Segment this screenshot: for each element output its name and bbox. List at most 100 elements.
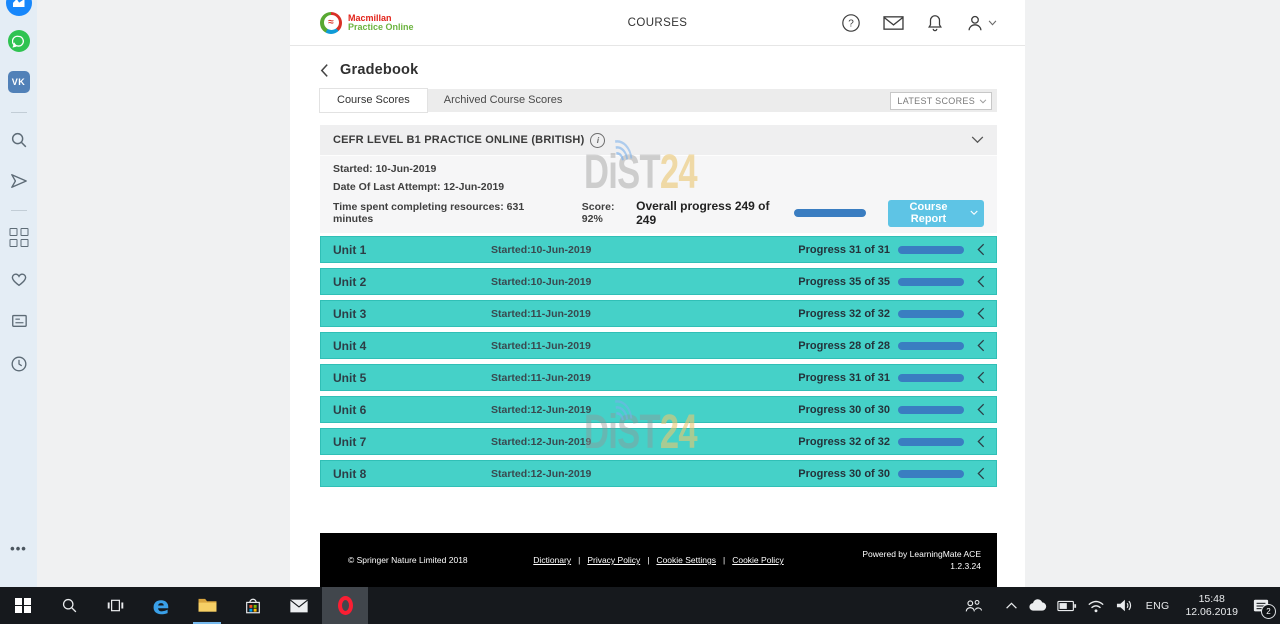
chevron-down-icon [970,210,978,216]
chevron-down-icon[interactable] [971,136,984,144]
footer-copyright: © Springer Nature Limited 2018 [348,555,468,565]
tray-chevron-up-icon[interactable] [1000,587,1023,624]
unit-row[interactable]: Unit 1 Started:10-Jun-2019 Progress 31 o… [320,236,997,263]
unit-name: Unit 2 [333,275,491,289]
mail-icon [289,598,309,614]
microsoft-store-button[interactable] [230,587,276,624]
help-icon[interactable]: ? [841,13,861,33]
latest-scores-dropdown[interactable]: LATEST SCORES [890,92,992,110]
brand-logo[interactable]: ≈ Macmillan Practice Online [320,12,414,34]
page-title: Gradebook [340,62,418,78]
unit-started-date: Started:10-Jun-2019 [491,276,798,288]
chevron-left-icon[interactable] [977,275,985,288]
unit-row[interactable]: Unit 3 Started:11-Jun-2019 Progress 32 o… [320,300,997,327]
wifi-icon[interactable] [1082,587,1110,624]
unit-name: Unit 8 [333,467,491,481]
taskbar-search-button[interactable] [46,587,92,624]
unit-row[interactable]: Unit 4 Started:11-Jun-2019 Progress 28 o… [320,332,997,359]
notifications-bell-icon[interactable] [926,13,944,33]
chevron-left-icon[interactable] [977,243,985,256]
footer-version: 1.2.3.24 [862,560,981,572]
app-window: ≈ Macmillan Practice Online COURSES ? [290,0,1025,587]
history-clock-icon[interactable] [9,354,29,374]
unit-progress-label: Progress 35 of 35 [798,276,898,288]
chevron-down-icon [988,20,997,26]
sidebar-settings-icon[interactable]: ••• [10,541,27,556]
chevron-left-icon[interactable] [977,339,985,352]
bookmarks-heart-icon[interactable] [9,270,29,288]
search-icon [61,597,78,614]
file-explorer-button[interactable] [184,587,230,624]
unit-row[interactable]: Unit 8 Started:12-Jun-2019 Progress 30 o… [320,460,997,487]
task-view-button[interactable] [92,587,138,624]
app-footer: © Springer Nature Limited 2018 Dictionar… [320,533,997,587]
chevron-left-icon[interactable] [977,307,985,320]
footer-link-cookie-policy[interactable]: Cookie Policy [732,555,784,565]
account-menu-icon[interactable] [965,13,997,33]
action-center-button[interactable]: 2 [1246,587,1280,624]
onedrive-cloud-icon[interactable] [1023,587,1052,624]
messenger-icon[interactable] [6,0,32,16]
course-time-spent: Time spent completing resources: 631 min… [333,201,558,225]
browser-sidebar: VK ••• [0,0,37,587]
unit-name: Unit 6 [333,403,491,417]
tab-course-scores[interactable]: Course Scores [320,89,427,112]
people-icon[interactable] [958,587,988,624]
speed-dial-icon[interactable] [9,228,28,247]
tab-bar: Course Scores Archived Course Scores LAT… [320,89,997,112]
course-report-button[interactable]: Course Report [888,200,984,227]
mail-icon[interactable] [882,14,905,32]
opera-browser-button[interactable] [322,587,368,624]
back-icon[interactable] [320,63,329,78]
unit-progress-label: Progress 32 of 32 [798,308,898,320]
taskbar-clock[interactable]: 15:48 12.06.2019 [1177,593,1246,619]
edge-icon: e [153,593,170,618]
course-panel-header[interactable]: CEFR LEVEL B1 PRACTICE ONLINE (BRITISH) … [320,125,997,156]
unit-row[interactable]: Unit 2 Started:10-Jun-2019 Progress 35 o… [320,268,997,295]
mail-app-button[interactable] [276,587,322,624]
windows-logo-icon [15,598,31,614]
start-button[interactable] [0,587,46,624]
sidebar-divider [11,112,27,113]
language-indicator[interactable]: ENG [1138,587,1178,624]
info-icon[interactable]: i [590,133,605,148]
folder-icon [197,597,218,614]
app-header: ≈ Macmillan Practice Online COURSES ? [290,0,1025,46]
chevron-left-icon[interactable] [977,467,985,480]
unit-row[interactable]: Unit 5 Started:11-Jun-2019 Progress 31 o… [320,364,997,391]
search-icon[interactable] [9,130,29,150]
unit-name: Unit 7 [333,435,491,449]
unit-row[interactable]: Unit 6 Started:12-Jun-2019 Progress 30 o… [320,396,997,423]
chevron-left-icon[interactable] [977,403,985,416]
chevron-left-icon[interactable] [977,371,985,384]
unit-progress-bar [898,278,964,286]
opera-icon [338,596,353,615]
footer-link-cookie-settings[interactable]: Cookie Settings [656,555,716,565]
vk-icon[interactable]: VK [8,71,30,93]
unit-name: Unit 5 [333,371,491,385]
unit-started-date: Started:10-Jun-2019 [491,244,798,256]
unit-name: Unit 3 [333,307,491,321]
unit-progress-label: Progress 32 of 32 [798,436,898,448]
footer-link-dictionary[interactable]: Dictionary [533,555,571,565]
nav-courses[interactable]: COURSES [628,17,688,29]
unit-row[interactable]: Unit 7 Started:12-Jun-2019 Progress 32 o… [320,428,997,455]
news-icon[interactable] [9,312,29,329]
unit-progress-bar [898,438,964,446]
footer-separator: | [578,555,580,565]
task-view-icon [106,597,125,614]
whatsapp-icon[interactable] [8,30,30,52]
my-flow-icon[interactable] [9,172,29,190]
tab-archived-course-scores[interactable]: Archived Course Scores [427,89,580,112]
course-title: CEFR LEVEL B1 PRACTICE ONLINE (BRITISH) [333,134,584,146]
chevron-left-icon[interactable] [977,435,985,448]
unit-progress-label: Progress 30 of 30 [798,468,898,480]
edge-browser-button[interactable]: e [138,587,184,624]
footer-link-privacy-policy[interactable]: Privacy Policy [587,555,640,565]
taskbar-time: 15:48 [1185,593,1238,606]
unit-progress-bar [898,342,964,350]
brand-line2: Practice Online [348,23,414,32]
battery-icon[interactable] [1052,587,1082,624]
unit-name: Unit 4 [333,339,491,353]
volume-icon[interactable] [1110,587,1138,624]
